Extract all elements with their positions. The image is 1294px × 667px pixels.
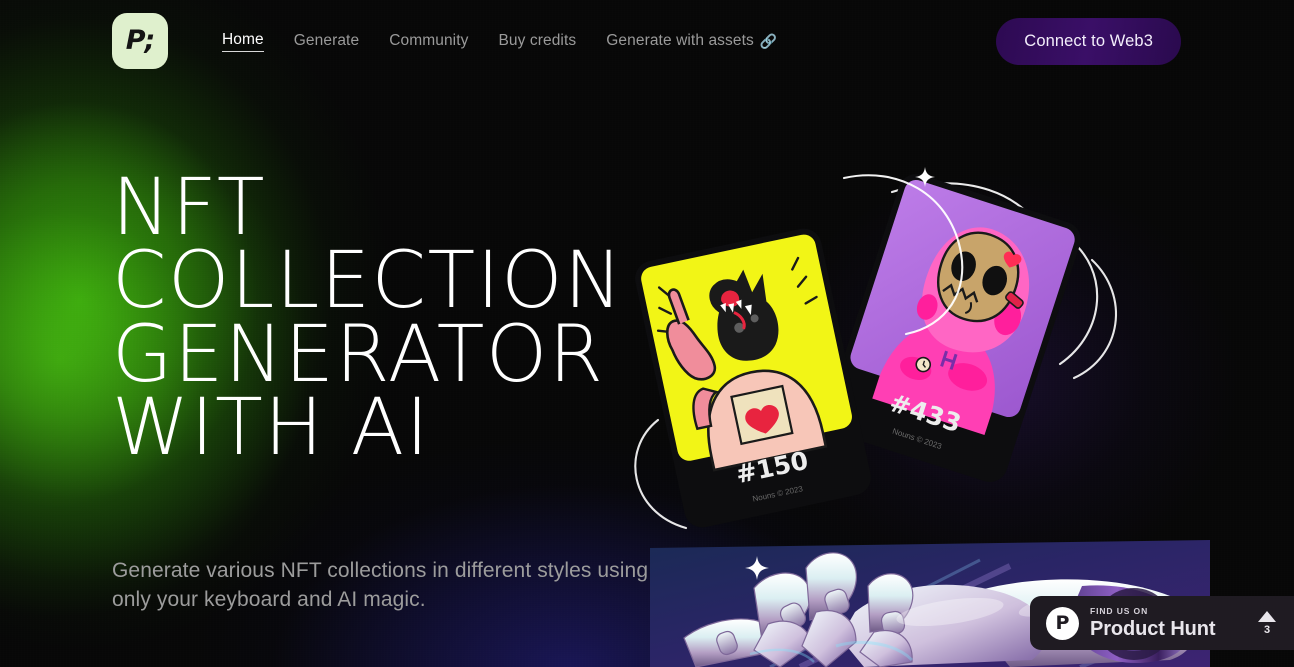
page-subtitle: Generate various NFT collections in diff… (112, 559, 649, 611)
nav-item-home[interactable]: Home (222, 31, 264, 52)
product-hunt-upvote[interactable]: 3 (1258, 610, 1276, 636)
product-hunt-vote-count: 3 (1263, 623, 1271, 636)
nft-card-433-caption: Nouns © 2023 (891, 427, 943, 452)
main-nav: Home Generate Community Buy credits Gene… (222, 0, 777, 82)
page-root: P; Home Generate Community Buy credits G… (0, 0, 1294, 667)
decorative-swoosh-group (634, 182, 1099, 603)
link-icon: 🔗 (759, 32, 778, 49)
nav-item-community[interactable]: Community (389, 32, 468, 50)
nav-label-home: Home (222, 30, 264, 48)
nav-label-generate-with-assets: Generate with assets (606, 32, 754, 49)
product-hunt-kicker: FIND US ON (1090, 606, 1149, 617)
hero-artwork: #433 Nouns © 2023 #150 Nouns © 2023 (630, 120, 1294, 667)
nav-item-buy-credits[interactable]: Buy credits (498, 32, 576, 50)
page-title: NFT COLLECTION GENERATOR WITH AI (112, 163, 624, 473)
connect-to-web3-button[interactable]: Connect to Web3 (996, 18, 1181, 65)
product-hunt-badge[interactable]: P FIND US ON Product Hunt 3 (1030, 596, 1294, 650)
nft-card-150-id: #150 (733, 446, 811, 490)
nav-label-generate: Generate (293, 32, 360, 49)
nft-cards-illustration: #433 Nouns © 2023 #150 Nouns © 2023 (634, 173, 1117, 603)
nft-card-433: #433 Nouns © 2023 (825, 173, 1081, 483)
nav-label-buy-credits: Buy credits (498, 32, 577, 49)
upvote-arrow-icon (1258, 610, 1276, 622)
product-hunt-name: Product Hunt (1090, 617, 1216, 640)
nft-card-150-caption: Nouns © 2023 (752, 484, 805, 504)
product-hunt-logo-icon: P (1046, 606, 1079, 640)
decorative-swoosh-front (842, 174, 1117, 380)
nav-item-generate-with-assets[interactable]: Generate with assets 🔗 (606, 32, 777, 50)
brand-logo-mark: P; (125, 24, 156, 56)
product-hunt-text: FIND US ON Product Hunt (1090, 607, 1250, 639)
brand-logo[interactable]: P; (112, 13, 168, 69)
nav-item-generate[interactable]: Generate (294, 32, 359, 50)
nav-label-community: Community (389, 32, 469, 49)
sparkle-icon (915, 167, 935, 192)
site-header: P; Home Generate Community Buy credits G… (0, 0, 1294, 82)
background-glow-violet (700, 120, 1294, 640)
sparkle-icon (745, 556, 769, 585)
nft-card-433-id: #433 (886, 388, 965, 438)
